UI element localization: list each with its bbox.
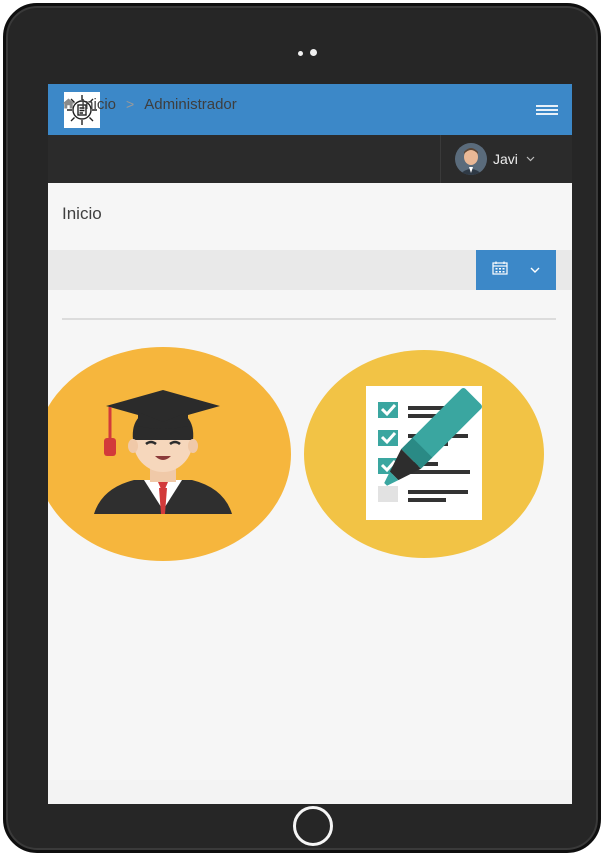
content-divider (62, 318, 556, 320)
user-menu-toggle[interactable]: Javi (440, 135, 572, 183)
home-icon (62, 97, 75, 112)
hamburger-menu-icon[interactable] (536, 105, 558, 117)
date-range-button[interactable] (476, 250, 556, 290)
calendar-icon (492, 261, 508, 280)
user-bar: Javi (48, 135, 572, 183)
breadcrumb: Inicio > Administrador (62, 84, 237, 124)
chevron-down-icon (526, 154, 535, 165)
app-screen: Javi Inicio Inicio > Administrador (48, 84, 572, 804)
chevron-down-icon (530, 264, 540, 276)
graduate-student-icon[interactable] (48, 346, 292, 562)
breadcrumb-current: Administrador (144, 95, 237, 113)
camera-dots (296, 48, 320, 58)
breadcrumb-separator: > (126, 96, 135, 112)
user-name: Javi (493, 151, 518, 167)
breadcrumb-home-link[interactable]: Inicio (81, 96, 116, 113)
user-avatar-icon (455, 143, 487, 175)
page-title: Inicio (62, 204, 102, 223)
checklist-marker-icon[interactable] (304, 350, 544, 558)
tablet-home-button[interactable] (293, 806, 333, 846)
footer-area (48, 780, 572, 804)
